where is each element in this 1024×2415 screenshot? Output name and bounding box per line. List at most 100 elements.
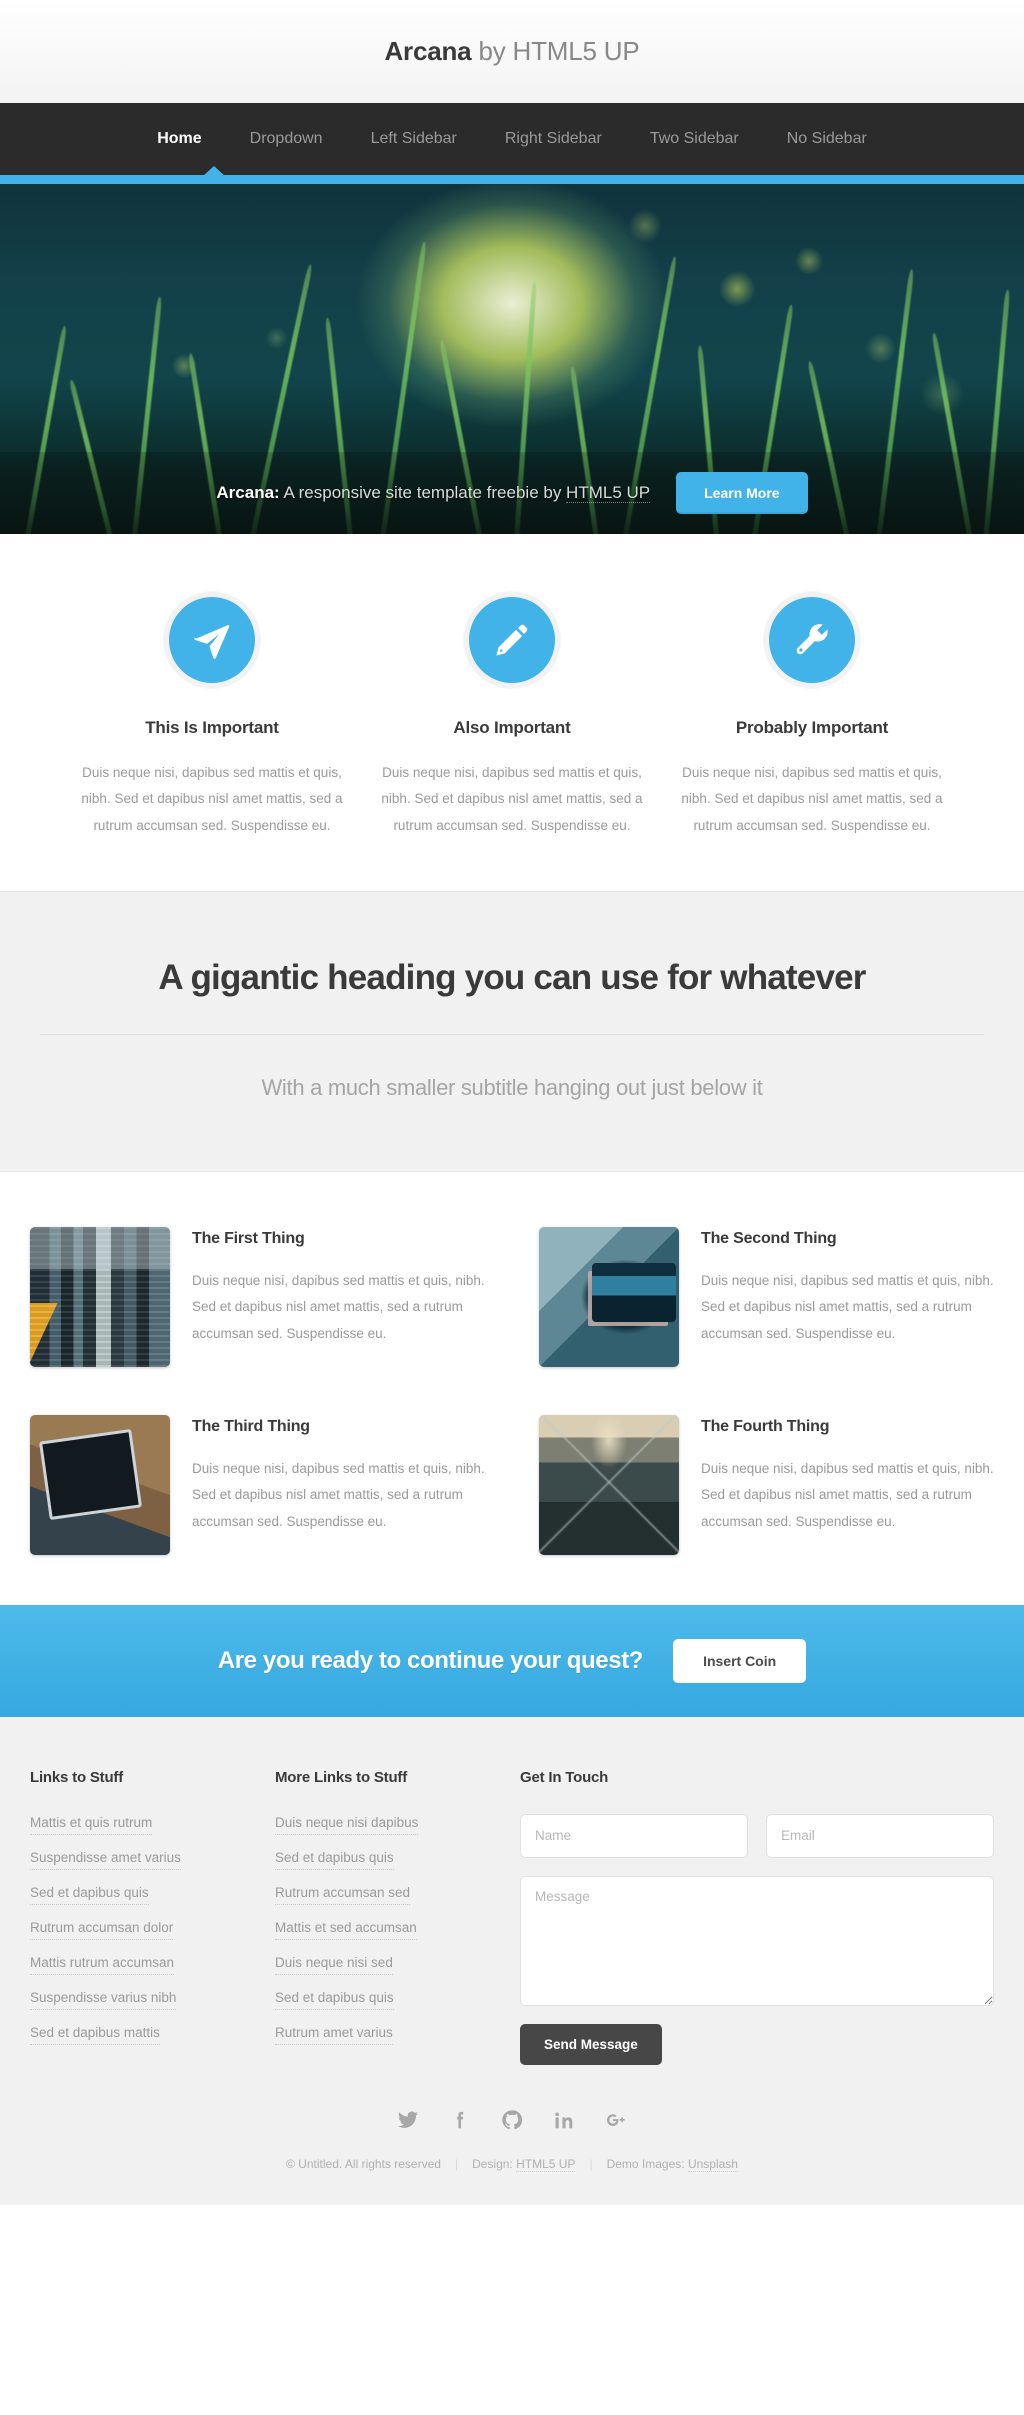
highlight-section: A gigantic heading you can use for whate… bbox=[0, 890, 1024, 1172]
social-links bbox=[30, 2065, 994, 2157]
nav-item-two-sidebar[interactable]: Two Sidebar bbox=[626, 130, 763, 148]
hand-holding-phone-photo[interactable] bbox=[539, 1226, 679, 1367]
github-icon[interactable] bbox=[501, 2109, 523, 2131]
list-item: Duis neque nisi dapibus bbox=[275, 1814, 520, 1835]
footer-link[interactable]: Sed et dapibus quis bbox=[275, 1849, 394, 1870]
twitter-icon[interactable] bbox=[397, 2109, 419, 2131]
list-item: Suspendisse amet varius bbox=[30, 1849, 275, 1870]
name-input[interactable] bbox=[520, 1813, 748, 1858]
nav-item-left-sidebar[interactable]: Left Sidebar bbox=[347, 130, 481, 148]
hero-banner: Arcana: A responsive site template freeb… bbox=[0, 184, 1024, 534]
footer-link-list: Duis neque nisi dapibus Sed et dapibus q… bbox=[275, 1814, 520, 2045]
design-credit-link[interactable]: HTML5 UP bbox=[516, 2156, 576, 2172]
things-grid: The First Thing Duis neque nisi, dapibus… bbox=[0, 1171, 1024, 1605]
footer-column-links-to-stuff: Links to Stuff Mattis et quis rutrum Sus… bbox=[30, 1769, 275, 2065]
send-message-button[interactable]: Send Message bbox=[520, 2023, 662, 2065]
thing-item: The First Thing Duis neque nisi, dapibus… bbox=[30, 1226, 485, 1367]
paper-plane-icon bbox=[164, 592, 260, 688]
nav-item-home[interactable]: Home bbox=[133, 130, 225, 148]
footer-column-get-in-touch: Get In Touch Send Message bbox=[520, 1769, 994, 2065]
features-section: This Is Important Duis neque nisi, dapib… bbox=[0, 534, 1024, 891]
list-item: Sed et dapibus quis bbox=[30, 1884, 275, 1905]
footer-link[interactable]: Sed et dapibus quis bbox=[30, 1884, 149, 1905]
list-item: Mattis et quis rutrum bbox=[30, 1814, 275, 1835]
learn-more-button[interactable]: Learn More bbox=[676, 472, 808, 514]
footer-link[interactable]: Rutrum accumsan dolor bbox=[30, 1919, 174, 1940]
thing-title: The Second Thing bbox=[701, 1229, 837, 1247]
hero-tagline-text: A responsive site template freebie by bbox=[279, 483, 567, 502]
nav-item-right-sidebar[interactable]: Right Sidebar bbox=[481, 130, 626, 148]
facebook-icon[interactable] bbox=[449, 2109, 471, 2131]
thing-title: The Fourth Thing bbox=[701, 1417, 830, 1435]
site-logo[interactable]: Arcana by HTML5 UP bbox=[384, 36, 639, 67]
footer-link[interactable]: Mattis rutrum accumsan bbox=[30, 1954, 175, 1975]
email-input[interactable] bbox=[766, 1813, 994, 1858]
design-prefix: Design: bbox=[472, 2156, 517, 2171]
highlight-divider bbox=[40, 1033, 984, 1035]
copyright-text: © Untitled. All rights reserved bbox=[286, 2156, 441, 2171]
city-street-photo[interactable] bbox=[30, 1226, 170, 1367]
thing-body: The Third Thing Duis neque nisi, dapibus… bbox=[192, 1415, 485, 1555]
linkedin-icon[interactable] bbox=[553, 2109, 575, 2131]
message-textarea[interactable] bbox=[520, 1875, 994, 2006]
footer-link[interactable]: Mattis et sed accumsan bbox=[275, 1919, 417, 1940]
site-footer: Links to Stuff Mattis et quis rutrum Sus… bbox=[0, 1716, 1024, 2205]
footer-link[interactable]: Mattis et quis rutrum bbox=[30, 1814, 153, 1835]
laptop-on-desk-photo[interactable] bbox=[30, 1414, 170, 1555]
contact-form-row bbox=[520, 1813, 994, 1858]
footer-link[interactable]: Duis neque nisi sed bbox=[275, 1954, 393, 1975]
feature-title: Also Important bbox=[453, 718, 571, 737]
hero-tagline-brand: Arcana: bbox=[216, 483, 280, 502]
nav-accent-bar bbox=[0, 166, 1024, 184]
feature-title: Probably Important bbox=[735, 718, 889, 737]
nav-item-no-sidebar[interactable]: No Sidebar bbox=[763, 130, 891, 148]
feature-card-probably-important: Probably Important Duis neque nisi, dapi… bbox=[662, 592, 962, 839]
thing-title: The Third Thing bbox=[192, 1417, 310, 1435]
highlight-heading: A gigantic heading you can use for whate… bbox=[158, 957, 866, 997]
google-plus-icon[interactable] bbox=[605, 2109, 627, 2131]
feature-title: This Is Important bbox=[145, 718, 279, 737]
footer-columns: Links to Stuff Mattis et quis rutrum Sus… bbox=[30, 1769, 994, 2065]
list-item: Mattis rutrum accumsan bbox=[30, 1954, 275, 1975]
hero-tagline-link[interactable]: HTML5 UP bbox=[566, 483, 651, 503]
nav-item-dropdown[interactable]: Dropdown bbox=[226, 130, 347, 148]
feature-text: Duis neque nisi, dapibus sed mattis et q… bbox=[681, 765, 943, 833]
thing-title: The First Thing bbox=[192, 1229, 305, 1247]
list-item: Rutrum accumsan dolor bbox=[30, 1919, 275, 1940]
thing-item: The Fourth Thing Duis neque nisi, dapibu… bbox=[539, 1414, 994, 1555]
logo-suffix: by HTML5 UP bbox=[471, 36, 640, 66]
hero-tagline: Arcana: A responsive site template freeb… bbox=[216, 483, 651, 503]
list-item: Sed et dapibus quis bbox=[275, 1989, 520, 2010]
images-credit-link[interactable]: Unsplash bbox=[687, 2156, 738, 2172]
feature-text: Duis neque nisi, dapibus sed mattis et q… bbox=[381, 765, 643, 833]
thing-body: The Fourth Thing Duis neque nisi, dapibu… bbox=[701, 1415, 994, 1555]
footer-link[interactable]: Rutrum amet varius bbox=[275, 2024, 393, 2045]
thing-text: Duis neque nisi, dapibus sed mattis et q… bbox=[192, 1460, 485, 1529]
list-item: Rutrum accumsan sed bbox=[275, 1884, 520, 1905]
copyright-separator: | bbox=[454, 2156, 459, 2171]
footer-link[interactable]: Duis neque nisi dapibus bbox=[275, 1814, 419, 1835]
footer-link[interactable]: Sed et dapibus quis bbox=[275, 1989, 394, 2010]
feature-card-this-is-important: This Is Important Duis neque nisi, dapib… bbox=[62, 592, 362, 839]
thing-text: Duis neque nisi, dapibus sed mattis et q… bbox=[192, 1272, 485, 1341]
list-item: Rutrum amet varius bbox=[275, 2024, 520, 2045]
escalator-tunnel-photo[interactable] bbox=[539, 1414, 679, 1555]
footer-link[interactable]: Sed et dapibus mattis bbox=[30, 2024, 160, 2045]
list-item: Mattis et sed accumsan bbox=[275, 1919, 520, 1940]
footer-link[interactable]: Suspendisse amet varius bbox=[30, 1849, 181, 1870]
thing-item: The Second Thing Duis neque nisi, dapibu… bbox=[539, 1226, 994, 1367]
footer-column-title: Get In Touch bbox=[520, 1768, 609, 1786]
nav-items: Home Dropdown Left Sidebar Right Sidebar… bbox=[133, 130, 891, 148]
site-header: Arcana by HTML5 UP bbox=[0, 0, 1024, 103]
list-item: Duis neque nisi sed bbox=[275, 1954, 520, 1975]
footer-link[interactable]: Rutrum accumsan sed bbox=[275, 1884, 411, 1905]
footer-column-title: Links to Stuff bbox=[30, 1768, 124, 1786]
copyright-separator: | bbox=[589, 2156, 593, 2171]
footer-column-more-links-to-stuff: More Links to Stuff Duis neque nisi dapi… bbox=[275, 1769, 520, 2065]
list-item: Sed et dapibus quis bbox=[275, 1849, 520, 1870]
insert-coin-button[interactable]: Insert Coin bbox=[673, 1638, 807, 1683]
cta-heading: Are you ready to continue your quest? bbox=[217, 1646, 644, 1674]
thing-text: Duis neque nisi, dapibus sed mattis et q… bbox=[701, 1272, 994, 1341]
footer-link[interactable]: Suspendisse varius nibh bbox=[30, 1989, 177, 2010]
list-item: Suspendisse varius nibh bbox=[30, 1989, 275, 2010]
